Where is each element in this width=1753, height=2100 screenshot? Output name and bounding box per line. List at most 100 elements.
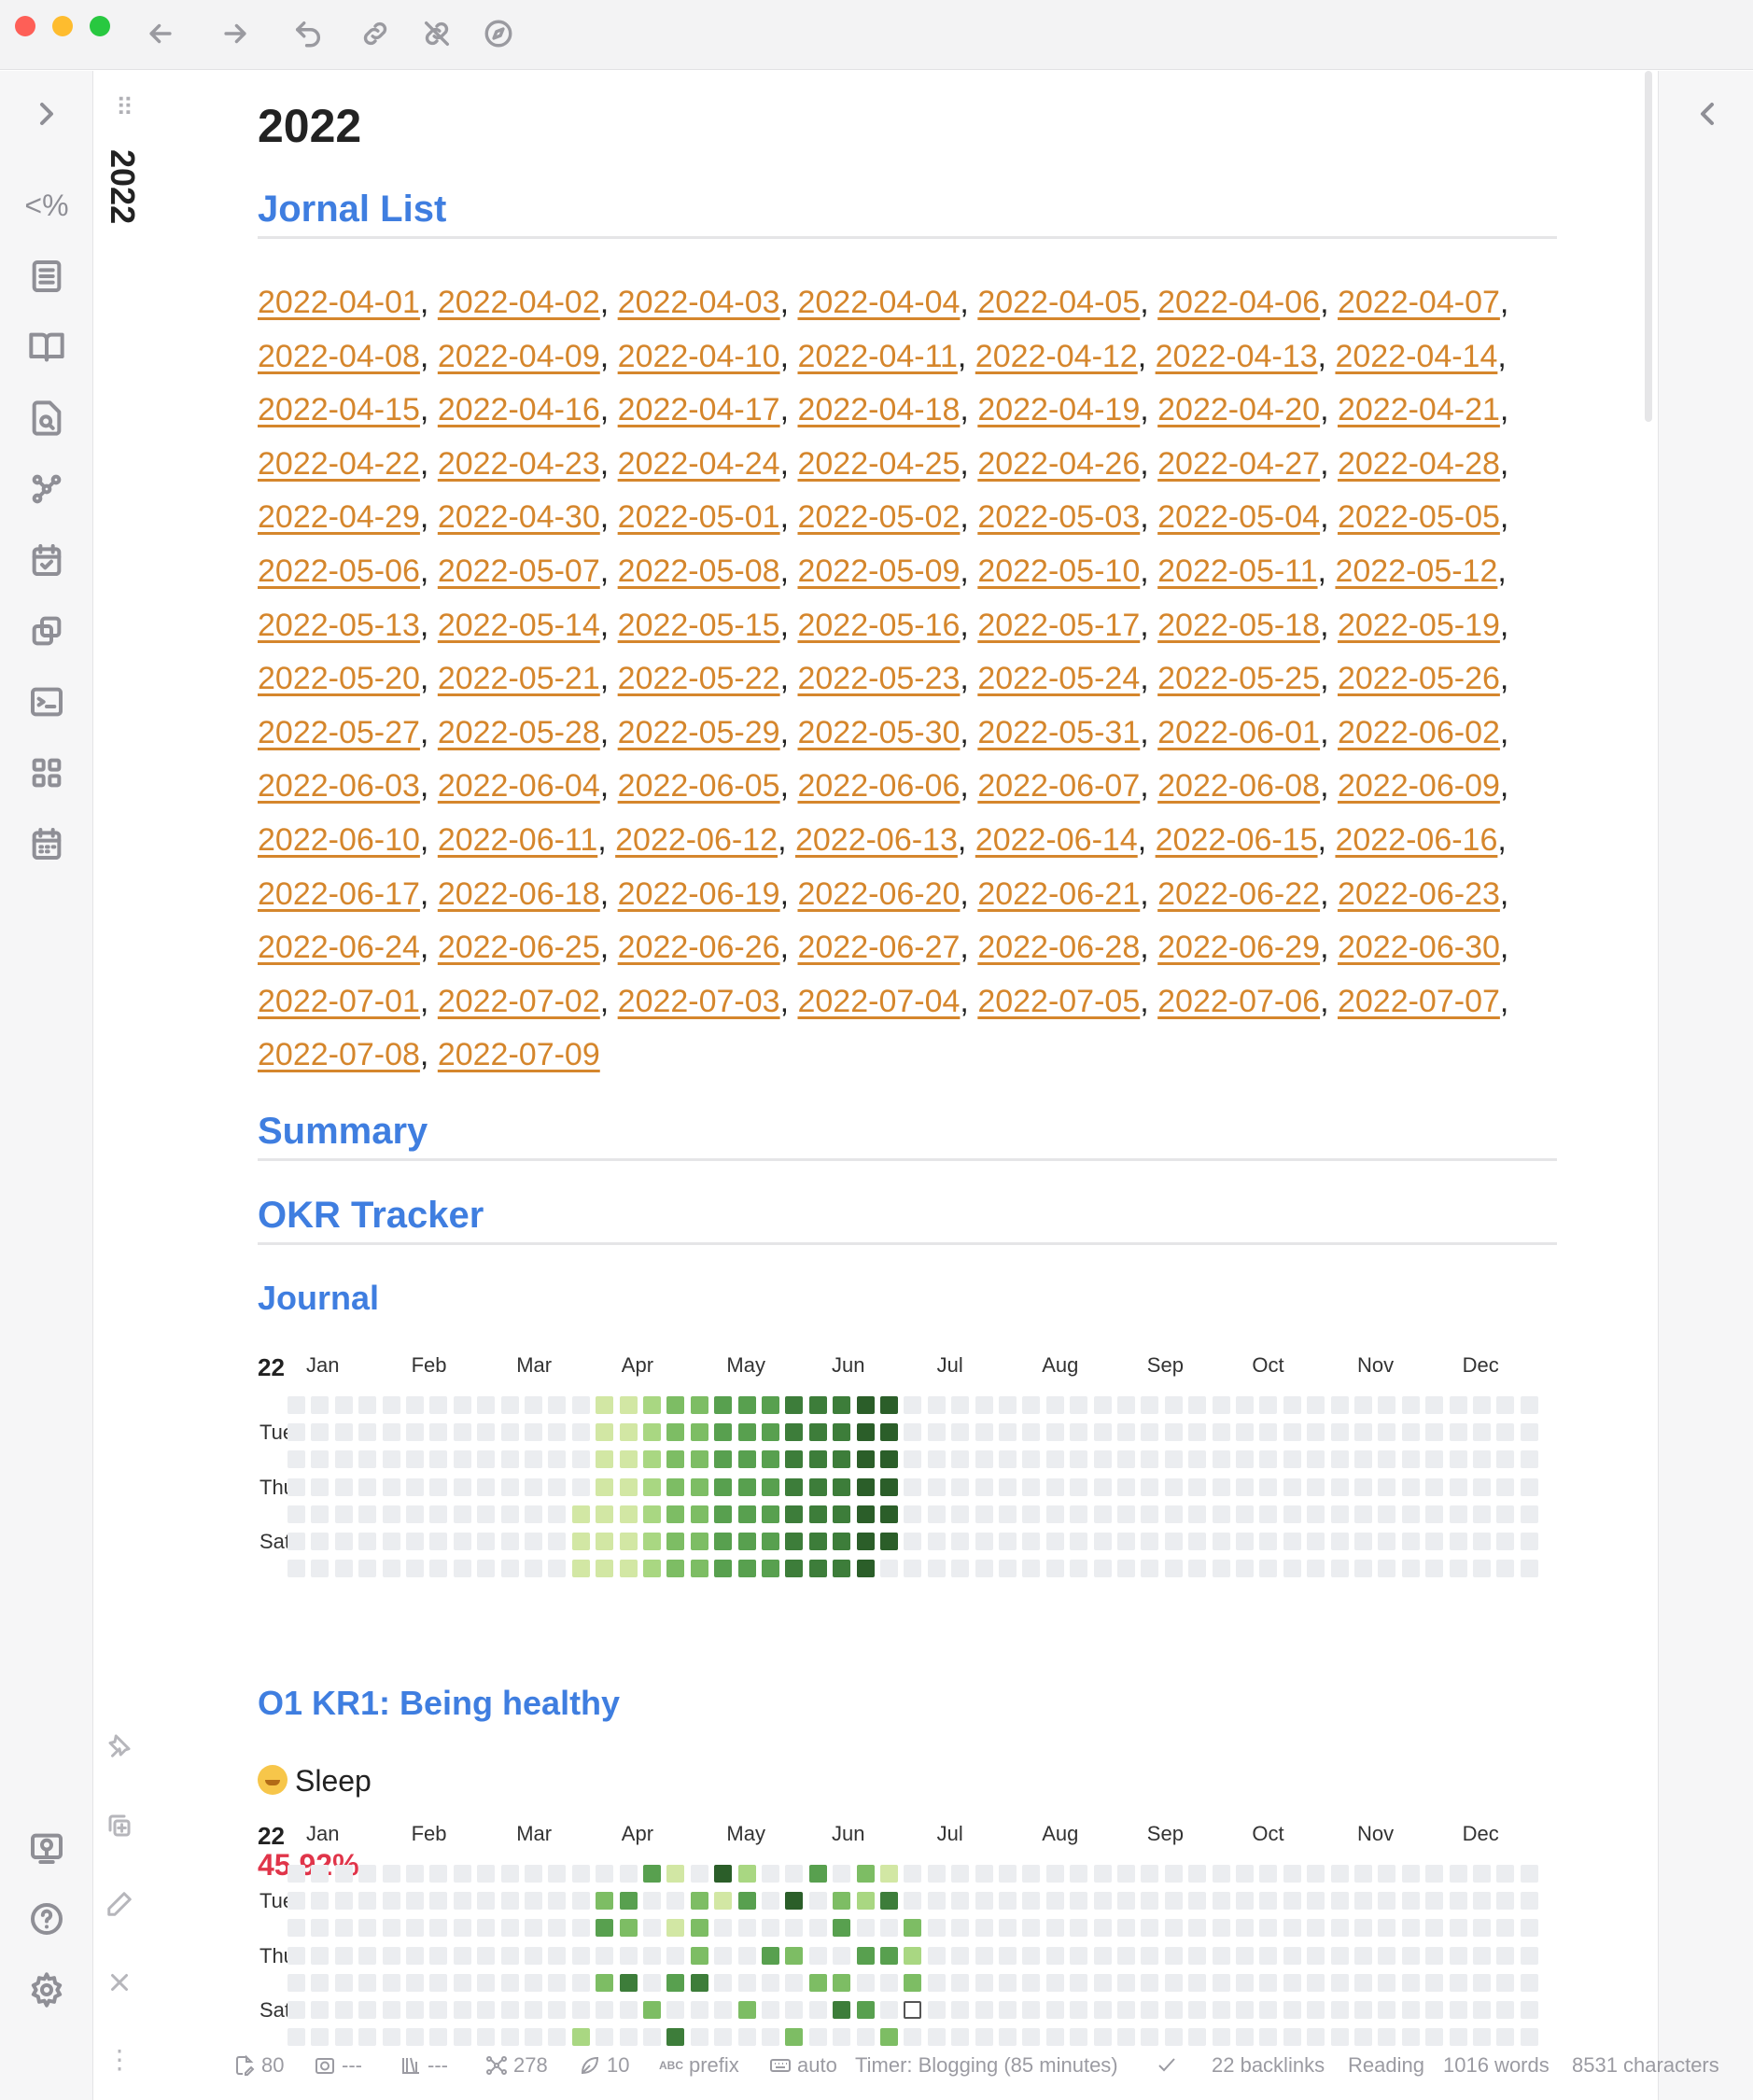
heatmap-cell[interactable] [975,2028,993,2047]
heatmap-cell[interactable] [1045,1505,1064,1523]
status-item-prefix[interactable]: ABC prefix [659,2053,739,2078]
heatmap-cell[interactable] [999,1919,1017,1938]
heatmap-cell[interactable] [1378,1505,1396,1523]
heatmap-cell[interactable] [1164,2028,1183,2047]
heatmap-cell[interactable] [833,1396,851,1414]
heatmap-cell[interactable] [1093,2001,1112,2019]
heatmap-cell[interactable] [666,1946,685,1965]
heatmap-cell[interactable] [525,1560,542,1578]
heatmap-cell[interactable] [619,1505,638,1523]
heatmap-cell[interactable] [1045,1450,1064,1469]
heatmap-cell[interactable] [1449,1865,1467,1883]
compass-icon[interactable] [482,17,515,50]
heatmap-cell[interactable] [762,1946,779,1965]
heatmap-cell[interactable] [927,1533,946,1550]
heatmap-cell[interactable] [1354,2028,1372,2047]
heatmap-cell[interactable] [1449,1919,1467,1938]
journal-date-link[interactable]: 2022-04-12 [975,339,1138,374]
heatmap-cell[interactable] [951,2001,970,2019]
heatmap-cell[interactable] [1520,1919,1538,1938]
heatmap-cell[interactable] [311,1396,330,1414]
heatmap-cell[interactable] [785,1560,804,1578]
heatmap-cell[interactable] [1449,1946,1467,1965]
heatmap-cell[interactable] [833,1946,851,1965]
heatmap-cell[interactable] [287,1505,305,1523]
templater-icon[interactable]: <% [24,183,69,228]
heatmap-cell[interactable] [571,1423,590,1442]
heatmap-cell[interactable] [1283,1892,1301,1911]
heatmap-cell[interactable] [548,1396,567,1414]
heatmap-cell[interactable] [1425,1865,1444,1883]
heatmap-cell[interactable] [833,2001,851,2019]
heatmap-cell[interactable] [690,1533,708,1550]
heatmap-cell[interactable] [334,1477,353,1496]
journal-date-link[interactable]: 2022-05-22 [618,661,780,696]
heatmap-cell[interactable] [1449,2028,1467,2047]
journal-date-link[interactable]: 2022-04-07 [1338,285,1500,320]
heatmap-cell[interactable] [927,1919,946,1938]
heatmap-cell[interactable] [1022,1423,1041,1442]
heatmap-cell[interactable] [880,1892,898,1911]
heatmap-cell[interactable] [287,1865,305,1883]
journal-date-link[interactable]: 2022-06-13 [795,822,958,858]
heatmap-cell[interactable] [287,1919,305,1938]
heatmap-cell[interactable] [833,1919,851,1938]
heatmap-cell[interactable] [1164,1533,1183,1550]
heatmap-cell[interactable] [1236,1450,1254,1469]
journal-date-link[interactable]: 2022-04-15 [258,392,420,427]
heatmap-cell[interactable] [1401,1946,1420,1965]
heatmap-cell[interactable] [1259,1892,1278,1911]
heatmap-cell[interactable] [358,1865,377,1883]
journal-date-link[interactable]: 2022-06-26 [618,930,780,965]
heatmap-cell[interactable] [1401,2001,1420,2019]
journal-date-link[interactable]: 2022-06-08 [1157,768,1320,804]
heatmap-cell[interactable] [762,1477,779,1496]
heatmap-cell[interactable] [975,1892,993,1911]
journal-date-link[interactable]: 2022-06-11 [438,822,597,858]
heatmap-cell[interactable] [1449,2001,1467,2019]
heatmap-cell[interactable] [1045,1946,1064,1965]
heatmap-cell[interactable] [1141,1865,1159,1883]
link-icon[interactable] [358,17,392,50]
heatmap-cell[interactable] [1378,2028,1396,2047]
heatmap-cell[interactable] [666,1477,685,1496]
heatmap-cell[interactable] [762,1533,779,1550]
heatmap-cell[interactable] [1117,1477,1135,1496]
journal-date-link[interactable]: 2022-06-23 [1338,876,1500,912]
journal-date-link[interactable]: 2022-06-22 [1157,876,1320,912]
heatmap-cell[interactable] [762,1505,779,1523]
heatmap-cell[interactable] [714,1533,733,1550]
heatmap-cell[interactable] [311,1533,330,1550]
journal-date-link[interactable]: 2022-04-16 [438,392,600,427]
heatmap-cell[interactable] [406,1946,424,1965]
heatmap-cell[interactable] [1307,1865,1325,1883]
heatmap-cell[interactable] [1164,1919,1183,1938]
heatmap-cell[interactable] [1045,1396,1064,1414]
heatmap-cell[interactable] [643,1396,661,1414]
heatmap-cell[interactable] [714,1973,733,1992]
heatmap-cell[interactable] [762,1423,779,1442]
journal-date-link[interactable]: 2022-06-06 [797,768,960,804]
heatmap-cell[interactable] [975,1396,993,1414]
heatmap-cell[interactable] [1259,1450,1278,1469]
heatmap-cell[interactable] [1401,1892,1420,1911]
heatmap-cell[interactable] [571,2001,590,2019]
heatmap-cell[interactable] [1141,1533,1159,1550]
heatmap-cell[interactable] [904,1892,922,1911]
heatmap-cell[interactable] [1045,1477,1064,1496]
heatmap-cell[interactable] [951,1477,970,1496]
heatmap-cell[interactable] [690,1505,708,1523]
heatmap-cell[interactable] [1307,1450,1325,1469]
heatmap-cell[interactable] [1070,1450,1088,1469]
heatmap-cell[interactable] [643,1423,661,1442]
journal-date-link[interactable]: 2022-05-31 [977,715,1140,750]
heatmap-cell[interactable] [1307,1396,1325,1414]
heatmap-cell[interactable] [619,1396,638,1414]
heatmap-cell[interactable] [1354,1533,1372,1550]
heatmap-cell[interactable] [808,1423,827,1442]
heatmap-cell[interactable] [571,1396,590,1414]
journal-date-link[interactable]: 2022-07-08 [258,1037,420,1072]
journal-date-link[interactable]: 2022-05-30 [797,715,960,750]
heatmap-cell[interactable] [1307,2028,1325,2047]
heatmap-cell[interactable] [785,1477,804,1496]
